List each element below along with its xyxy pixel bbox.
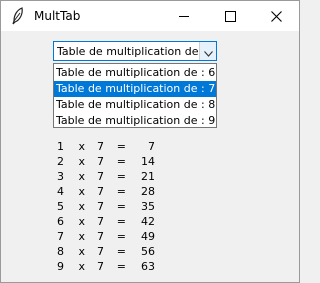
app-window: MultTab Table de multiplication de : 7 T… [0,0,300,283]
feather-icon [11,7,25,25]
multiplicand: 6 [57,215,64,228]
times-sign: x [78,215,85,228]
multiplier: 7 [97,155,104,168]
maximize-button[interactable] [207,1,253,31]
product: 7 [148,140,155,153]
times-sign: x [78,185,85,198]
times-sign: x [78,140,85,153]
multiplicand: 9 [57,260,64,273]
multiplicand: 7 [57,230,64,243]
equals-sign: = [116,140,126,153]
window-title: MultTab [34,9,81,23]
times-sign: x [78,155,85,168]
product: 42 [141,215,155,228]
product: 63 [141,260,155,273]
product: 14 [141,155,155,168]
combobox-value: Table de multiplication de : 7 [57,45,201,58]
times-sign: x [78,260,85,273]
multiplier: 7 [97,230,104,243]
multiplier: 7 [97,215,104,228]
product: 56 [141,245,155,258]
equals-sign: = [116,230,126,243]
close-icon [270,7,282,26]
dropdown-option-6[interactable]: Table de multiplication de : 6 [54,65,216,81]
equals-sign: = [116,215,126,228]
equals-sign: = [116,185,126,198]
multiplier: 7 [97,260,104,273]
multiplier: 7 [97,170,104,183]
equals-sign: = [116,260,126,273]
multiplier: 7 [97,200,104,213]
maximize-icon [224,10,236,22]
close-button[interactable] [253,1,299,31]
times-sign: x [78,170,85,183]
product: 21 [141,170,155,183]
multiplier: 7 [97,245,104,258]
dropdown-option-8[interactable]: Table de multiplication de : 8 [54,97,216,113]
equals-sign: = [116,245,126,258]
dropdown-option-9[interactable]: Table de multiplication de : 9 [54,113,216,129]
times-sign: x [78,230,85,243]
multiplicand: 4 [57,185,64,198]
equals-sign: = [116,170,126,183]
product: 28 [141,185,155,198]
chevron-down-icon [203,42,213,61]
product: 35 [141,200,155,213]
table-select-combobox[interactable]: Table de multiplication de : 7 [53,41,217,61]
times-sign: x [78,245,85,258]
multiplicand: 1 [57,140,64,153]
multiplicand: 5 [57,200,64,213]
dropdown-option-7[interactable]: Table de multiplication de : 7 [54,81,216,97]
multiplier: 7 [97,140,104,153]
dropdown-toggle-button[interactable] [199,42,216,60]
times-sign: x [78,200,85,213]
product: 49 [141,230,155,243]
title-bar[interactable]: MultTab [1,1,299,31]
multiplicand: 3 [57,170,64,183]
minimize-icon [179,15,189,17]
minimize-button[interactable] [161,1,207,31]
multiplicand: 8 [57,245,64,258]
equals-sign: = [116,200,126,213]
dropdown-listbox[interactable]: Table de multiplication de : 6 Table de … [53,63,217,128]
multiplier: 7 [97,185,104,198]
equals-sign: = [116,155,126,168]
multiplicand: 2 [57,155,64,168]
